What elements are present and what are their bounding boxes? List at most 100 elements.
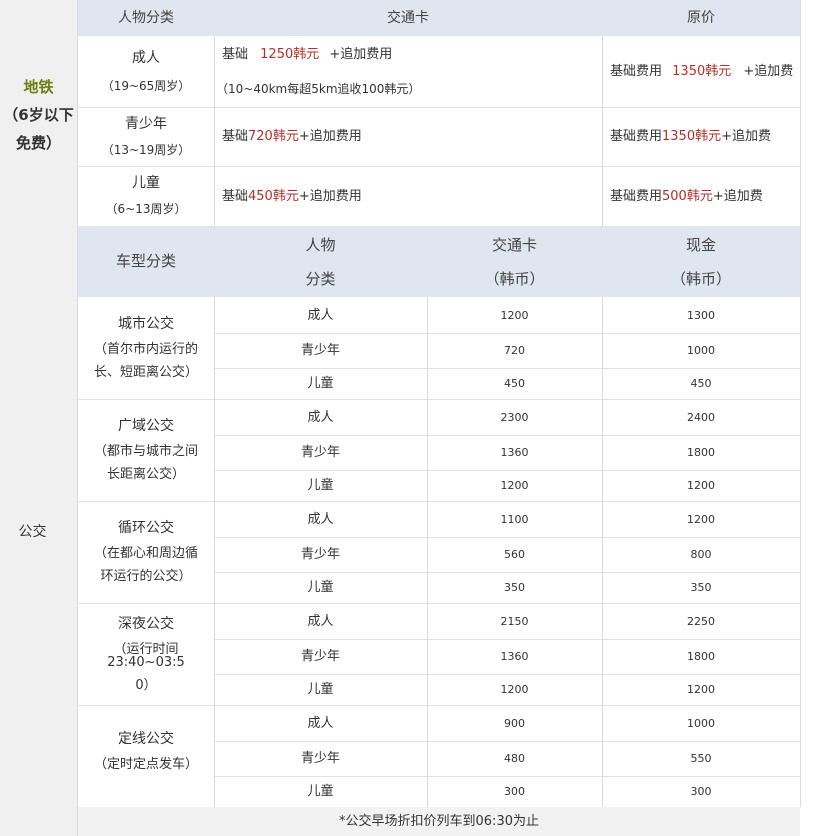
bus-person-youth: 青少年 — [300, 547, 340, 562]
subway-orig-prefix: 基础费用 — [610, 188, 663, 204]
bus-cash-fare: 1300 — [687, 308, 715, 322]
grid-line — [214, 572, 800, 573]
bus-header-vehicle-type: 车型分类 — [78, 226, 214, 297]
bus-card-fare: 900 — [504, 716, 525, 730]
bus-vehicle-type-desc: 长、短距离公交） — [93, 365, 198, 380]
subway-card-youth: 基础720韩元+追加费用 — [214, 107, 602, 166]
bus-card-fare: 1200 — [500, 308, 529, 322]
subway-orig-suffix: +追加费 — [712, 188, 763, 204]
bus-header-transit-card-l1: 交通卡 — [491, 235, 537, 254]
bus-card-fare: 2300 — [500, 410, 529, 424]
bus-cash-fare: 450 — [690, 377, 712, 390]
grid-line — [214, 36, 215, 226]
grid-line — [214, 741, 800, 742]
bus-card-fare: 480 — [504, 752, 525, 765]
subway-card-line: 基础450韩元+追加费用 — [222, 190, 362, 203]
bus-vehicle-type-cell: 循环公交 （在都心和周边循 环运行的公交） — [78, 501, 214, 603]
bus-cash-fare: 1000 — [687, 716, 715, 730]
subway-header-person-type: 人物分类 — [78, 0, 214, 36]
bus-cash-fare: 800 — [690, 548, 712, 561]
grid-line — [214, 776, 800, 777]
bus-card-fare: 560 — [504, 548, 525, 561]
grid-line — [214, 470, 800, 471]
bus-card-fare: 1200 — [500, 683, 529, 696]
subway-person-name: 儿童 — [132, 175, 160, 191]
bus-card-fare: 1200 — [500, 479, 529, 492]
bus-person-child: 儿童 — [307, 376, 334, 391]
subway-card-prefix: 基础 — [222, 188, 249, 204]
subway-card-line: 基础 1250韩元 +追加费用 — [222, 38, 392, 72]
bus-card-fare: 350 — [504, 581, 525, 594]
bus-header-cash-l1: 现金 — [685, 235, 716, 254]
bus-vehicle-type-desc: （定时定点发车） — [93, 756, 198, 772]
bus-cash-fare: 1200 — [687, 479, 715, 492]
subway-person-ages: （6~13周岁） — [105, 202, 187, 216]
subway-card-prefix: 基础 — [222, 46, 249, 62]
grid-line — [78, 166, 800, 167]
bus-vehicle-type-desc: 环运行的公交） — [100, 569, 192, 584]
bus-vehicle-type-name: 定线公交 — [118, 730, 174, 747]
bus-person-child: 儿童 — [307, 784, 334, 799]
grid-line — [800, 0, 801, 807]
grid-line — [214, 435, 800, 436]
subway-header-transit-card: 交通卡 — [214, 0, 602, 36]
bus-vehicle-type-name: 广域公交 — [118, 418, 174, 434]
subway-person-adult: 成人 （19~65周岁） — [78, 36, 214, 107]
grid-line — [427, 297, 428, 807]
subway-card-suffix: +追加费用 — [298, 188, 362, 204]
subway-orig-suffix: +追加费 — [743, 64, 794, 79]
bus-cash-fare: 350 — [690, 581, 712, 594]
bus-vehicle-type-cell: 广域公交 （都市与城市之间 长距离公交） — [78, 399, 214, 501]
bus-vehicle-type-desc: （首尔市内运行的 — [93, 342, 198, 357]
grid-line — [214, 674, 800, 675]
grid-line — [602, 297, 603, 807]
bus-label: 公交 — [18, 524, 47, 540]
subway-person-ages: （13~19周岁） — [101, 142, 191, 157]
bus-person-adult: 成人 — [307, 307, 334, 323]
bus-header-cash: 现金 （韩币） — [602, 226, 800, 297]
bus-vehicle-type-desc: （运行时间23:40~03:5 — [107, 641, 185, 670]
bus-vehicle-type-cell: 深夜公交 （运行时间23:40~03:5 0） — [78, 603, 214, 705]
subway-card-line: 基础720韩元+追加费用 — [222, 130, 362, 143]
subway-card-adult: 基础 1250韩元 +追加费用 （10~40km每超5km追收100韩元） — [214, 36, 602, 107]
subway-orig-line: 基础费用500韩元+追加费 — [610, 190, 763, 203]
bus-vehicle-type-desc: （都市与城市之间 — [93, 444, 198, 459]
bus-vehicle-type-desc: 长距离公交） — [106, 467, 185, 482]
subway-card-suffix: +追加费用 — [298, 129, 362, 144]
bus-person-youth: 青少年 — [300, 649, 340, 664]
bus-card-fare: 720 — [504, 344, 525, 357]
bus-cash-fare: 1800 — [687, 650, 715, 663]
bus-card-fare: 450 — [504, 377, 525, 390]
bus-vehicle-type-cell: 城市公交 （首尔市内运行的 长、短距离公交） — [78, 297, 214, 399]
subway-person-name: 青少年 — [125, 115, 167, 132]
subway-orig-child: 基础费用500韩元+追加费 — [602, 166, 800, 226]
subway-orig-amount: 1350韩元 — [672, 64, 732, 79]
subway-orig-amount: 500韩元 — [662, 188, 713, 204]
subway-orig-prefix: 基础费用 — [610, 64, 663, 79]
bus-card-fare: 2150 — [500, 614, 529, 628]
bus-header-cash-l2: （韩币） — [670, 269, 731, 288]
grid-line — [78, 107, 800, 108]
subway-free-note-line2: 免费） — [15, 134, 61, 152]
subway-card-amount: 1250韩元 — [260, 46, 320, 62]
subway-card-amount: 720韩元 — [248, 129, 299, 144]
subway-card-child: 基础450韩元+追加费用 — [214, 166, 602, 226]
bus-header-person-type-l2: 分类 — [305, 269, 336, 288]
grid-line — [602, 36, 603, 226]
bus-cash-fare: 2250 — [687, 614, 715, 628]
bus-vehicle-type-name: 循环公交 — [118, 520, 174, 536]
bus-person-adult: 成人 — [307, 511, 334, 527]
bus-cash-fare: 1200 — [687, 683, 715, 696]
bus-cash-fare: 1800 — [687, 446, 715, 459]
bus-vehicle-type-cell: 定线公交 （定时定点发车） — [78, 705, 214, 807]
subway-person-child: 儿童 （6~13周岁） — [78, 166, 214, 226]
subway-free-note-line1: （6岁以下 — [3, 106, 74, 124]
bus-cash-fare: 300 — [690, 785, 712, 798]
subway-label: 地铁 — [23, 78, 54, 96]
bus-person-adult: 成人 — [307, 613, 334, 629]
grid-line — [214, 639, 800, 640]
subway-person-name: 成人 — [132, 49, 160, 66]
footnote: *公交早场折扣价列车到06:30为止 — [339, 814, 539, 829]
bus-cash-fare: 1200 — [687, 512, 715, 526]
bus-vehicle-type-name: 深夜公交 — [118, 615, 174, 632]
